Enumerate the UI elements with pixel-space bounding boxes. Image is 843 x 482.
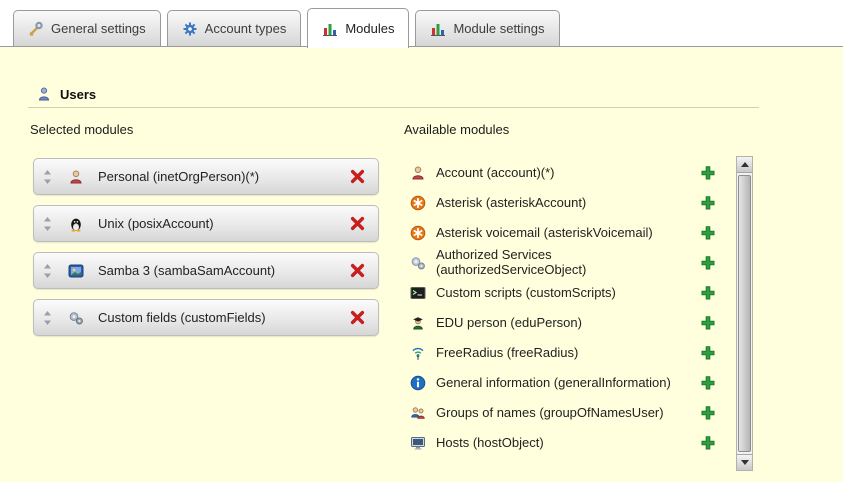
module-label: Custom fields (customFields) <box>98 310 349 325</box>
add-icon[interactable] <box>700 375 716 391</box>
samba-icon <box>68 263 84 279</box>
available-modules-heading: Available modules <box>404 122 509 137</box>
module-label: Samba 3 (sambaSamAccount) <box>98 263 349 278</box>
module-label: Authorized Services (authorizedServiceOb… <box>436 248 686 278</box>
module-label: Unix (posixAccount) <box>98 216 349 231</box>
module-label: Asterisk voicemail (asteriskVoicemail) <box>436 226 653 241</box>
modules-config-page: General settings Account types Modules M… <box>0 0 843 482</box>
available-module-row: Asterisk (asteriskAccount) <box>404 188 736 218</box>
group-icon <box>410 405 426 421</box>
selected-module-row[interactable]: Samba 3 (sambaSamAccount) <box>33 252 379 289</box>
module-label: EDU person (eduPerson) <box>436 316 582 331</box>
available-module-row: Custom scripts (customScripts) <box>404 278 736 308</box>
add-icon[interactable] <box>700 195 716 211</box>
available-module-row: Groups of names (groupOfNamesUser) <box>404 398 736 428</box>
delete-icon[interactable] <box>349 262 366 279</box>
person-icon <box>410 165 426 181</box>
delete-icon[interactable] <box>349 168 366 185</box>
add-icon[interactable] <box>700 345 716 361</box>
available-module-row: Hosts (hostObject) <box>404 428 736 458</box>
scroll-down-button[interactable] <box>737 454 752 470</box>
triangle-up-icon <box>741 162 749 167</box>
tab-label: General settings <box>51 21 146 36</box>
section-divider <box>28 107 759 108</box>
tab-label: Account types <box>205 21 287 36</box>
available-module-row: Authorized Services (authorizedServiceOb… <box>404 248 736 278</box>
module-label: Asterisk (asteriskAccount) <box>436 196 586 211</box>
info-icon <box>410 375 426 391</box>
tab-label: Modules <box>345 21 394 36</box>
monitor-icon <box>410 435 426 451</box>
bar-chart-icon <box>322 21 338 37</box>
tab-module-settings[interactable]: Module settings <box>415 10 559 46</box>
module-label: Custom scripts (customScripts) <box>436 286 616 301</box>
delete-icon[interactable] <box>349 215 366 232</box>
available-modules-list: Account (account)(*) Asterisk (asteriskA… <box>404 158 736 458</box>
add-icon[interactable] <box>700 315 716 331</box>
module-label: Groups of names (groupOfNamesUser) <box>436 406 664 421</box>
selected-module-row[interactable]: Unix (posixAccount) <box>33 205 379 242</box>
drag-handle-icon[interactable] <box>42 263 53 279</box>
tab-label: Module settings <box>453 21 544 36</box>
asterisk-icon <box>410 195 426 211</box>
drag-handle-icon[interactable] <box>42 310 53 326</box>
add-icon[interactable] <box>700 225 716 241</box>
bar-chart-icon <box>430 21 446 37</box>
module-label: Personal (inetOrgPerson)(*) <box>98 169 349 184</box>
person-icon <box>68 169 84 185</box>
drag-handle-icon[interactable] <box>42 169 53 185</box>
selected-modules-list: Personal (inetOrgPerson)(*) Unix (posixA… <box>33 158 379 346</box>
available-module-row: General information (generalInformation) <box>404 368 736 398</box>
add-icon[interactable] <box>700 285 716 301</box>
tab-general-settings[interactable]: General settings <box>13 10 161 46</box>
section-heading-users: Users <box>36 86 96 102</box>
user-icon <box>36 86 52 102</box>
tab-bar: General settings Account types Modules M… <box>13 8 560 48</box>
edu-person-icon <box>410 315 426 331</box>
available-module-row: Account (account)(*) <box>404 158 736 188</box>
tab-account-types[interactable]: Account types <box>167 10 302 46</box>
module-label: FreeRadius (freeRadius) <box>436 346 578 361</box>
scrollbar-thumb[interactable] <box>738 175 751 452</box>
available-module-row: FreeRadius (freeRadius) <box>404 338 736 368</box>
gears-icon <box>410 255 426 271</box>
add-icon[interactable] <box>700 255 716 271</box>
tux-icon <box>68 216 84 232</box>
gear-icon <box>182 21 198 37</box>
module-label: Account (account)(*) <box>436 166 555 181</box>
available-module-row: Asterisk voicemail (asteriskVoicemail) <box>404 218 736 248</box>
drag-handle-icon[interactable] <box>42 216 53 232</box>
module-label: General information (generalInformation) <box>436 376 671 391</box>
add-icon[interactable] <box>700 435 716 451</box>
triangle-down-icon <box>741 460 749 465</box>
available-module-row: EDU person (eduPerson) <box>404 308 736 338</box>
add-icon[interactable] <box>700 165 716 181</box>
terminal-icon <box>410 285 426 301</box>
add-icon[interactable] <box>700 405 716 421</box>
section-title: Users <box>60 87 96 102</box>
gears-icon <box>68 310 84 326</box>
module-label: Hosts (hostObject) <box>436 436 544 451</box>
selected-module-row[interactable]: Personal (inetOrgPerson)(*) <box>33 158 379 195</box>
tab-modules[interactable]: Modules <box>307 8 409 48</box>
radius-signal-icon <box>410 345 426 361</box>
scroll-up-button[interactable] <box>737 157 752 173</box>
asterisk-icon <box>410 225 426 241</box>
available-modules-scrollbar[interactable] <box>736 156 753 471</box>
wrench-icon <box>28 21 44 37</box>
selected-modules-heading: Selected modules <box>30 122 133 137</box>
delete-icon[interactable] <box>349 309 366 326</box>
selected-module-row[interactable]: Custom fields (customFields) <box>33 299 379 336</box>
